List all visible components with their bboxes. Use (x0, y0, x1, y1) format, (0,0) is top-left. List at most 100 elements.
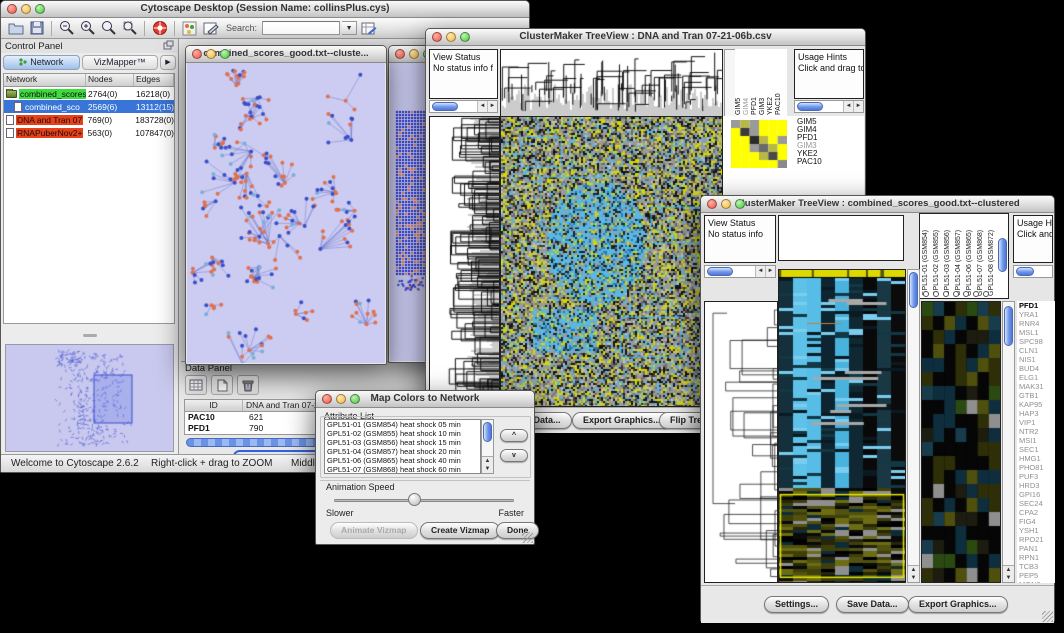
column-label[interactable]: PFD1 (751, 51, 759, 115)
row-dendrogram-canvas[interactable] (705, 302, 777, 582)
gene-label[interactable]: GTB1 (1019, 391, 1055, 400)
zoom-window-icon[interactable] (350, 394, 360, 404)
new-attribute-icon[interactable] (211, 375, 233, 395)
heatmap-global-view[interactable] (778, 269, 906, 583)
search-input[interactable] (262, 21, 340, 35)
attribute-list[interactable]: GPL51-01 (GSM854) heat shock 05 minGPL51… (324, 419, 481, 474)
column-marker[interactable] (943, 291, 949, 297)
tab-vizmapper[interactable]: VizMapper™ (82, 55, 159, 70)
scroll-left-icon[interactable]: ◄ (755, 266, 765, 277)
column-label[interactable]: GPL51-04 (GSM857) (955, 216, 966, 296)
view-status-scrollbar[interactable]: ◄ ► (429, 100, 498, 113)
network-table-row[interactable]: RNAPuberNov2+563(0)107847(0) (4, 126, 174, 139)
scrollbar-thumb[interactable] (998, 238, 1007, 272)
scroll-arrows[interactable]: ▲▼ (1003, 565, 1014, 582)
attribute-list-item[interactable]: GPL51-06 (GSM865) heat shock 40 min (327, 456, 480, 465)
column-label[interactable]: YKE2 (767, 51, 775, 115)
attribute-list-item[interactable]: GPL51-02 (GSM855) heat shock 10 min (327, 429, 480, 438)
gene-label[interactable]: RPO21 (1019, 535, 1055, 544)
scrollbar-thumb[interactable] (797, 102, 823, 111)
network-overview[interactable] (5, 344, 174, 452)
network-view-titlebar[interactable]: combined_scores_good.txt--cluste... (186, 46, 386, 63)
attribute-browser-icon[interactable] (359, 19, 378, 37)
gene-label[interactable]: CPA2 (1019, 508, 1055, 517)
column-label[interactable]: GPL51-03 (GSM856) (944, 216, 955, 296)
animate-vizmap-button[interactable]: Animate Vizmap (330, 522, 418, 539)
zoom-window-icon[interactable] (735, 199, 745, 209)
column-marker[interactable] (963, 291, 969, 297)
scroll-right-icon[interactable]: ► (487, 101, 497, 112)
help-ring-icon[interactable] (150, 19, 169, 37)
search-dropdown-icon[interactable]: ▼ (342, 21, 357, 35)
minimize-icon[interactable] (21, 4, 31, 14)
heatmap-zoom-view[interactable] (921, 301, 1001, 583)
speed-slider-thumb[interactable] (408, 493, 421, 506)
column-label[interactable]: PAC10 (775, 51, 783, 115)
scrollbar-thumb[interactable] (483, 422, 492, 442)
zoom-out-icon[interactable] (57, 19, 76, 37)
column-label[interactable]: GIM3 (759, 51, 767, 115)
gene-label[interactable]: MON2 (1019, 580, 1055, 583)
gene-label[interactable]: BUD4 (1019, 364, 1055, 373)
gene-label[interactable]: HMG1 (1019, 454, 1055, 463)
delete-attribute-icon[interactable] (237, 375, 259, 395)
treeview-dna-titlebar[interactable]: ClusterMaker TreeView : DNA and Tran 07-… (426, 29, 865, 46)
network-canvas[interactable] (187, 63, 385, 363)
gene-label[interactable]: MSI1 (1019, 436, 1055, 445)
column-label[interactable]: GIM4 (743, 51, 751, 115)
column-label[interactable]: GPL51-07 (GSM868) (977, 216, 988, 296)
column-dendrogram[interactable] (500, 49, 723, 117)
column-label[interactable]: GPL51-02 (GSM855) (933, 216, 944, 296)
scroll-right-icon[interactable]: ► (853, 101, 863, 112)
create-vizmap-button[interactable]: Create Vizmap (420, 522, 500, 539)
gene-label[interactable]: VIP1 (1019, 418, 1055, 427)
gene-label[interactable]: MSL1 (1019, 328, 1055, 337)
column-label[interactable]: GPL51-01 (GSM854) (922, 216, 933, 296)
minimize-icon[interactable] (409, 49, 419, 59)
minimize-icon[interactable] (721, 199, 731, 209)
move-up-button[interactable]: ^ (500, 429, 528, 442)
close-icon[interactable] (322, 394, 332, 404)
map-colors-titlebar[interactable]: Map Colors to Network (316, 391, 534, 408)
col-network[interactable]: Network (4, 74, 86, 86)
network-table-row[interactable]: combined_scores2764(0)16218(0) (4, 87, 174, 100)
minimize-icon[interactable] (446, 32, 456, 42)
zoom-heatmap-canvas[interactable] (922, 302, 1000, 582)
zoom-selected-icon[interactable] (120, 19, 139, 37)
treeview-button[interactable]: Settings... (764, 596, 829, 613)
attribute-list-item[interactable]: GPL51-03 (GSM856) heat shock 15 min (327, 438, 480, 447)
gene-label[interactable]: PAN1 (1019, 544, 1055, 553)
attribute-list-item[interactable]: GPL51-01 (GSM854) heat shock 05 min (327, 420, 480, 429)
treeview-combined-titlebar[interactable]: ClusterMaker TreeView : combined_scores_… (701, 196, 1054, 213)
network-view[interactable] (187, 63, 385, 363)
col-nodes[interactable]: Nodes (86, 74, 134, 86)
close-icon[interactable] (192, 49, 202, 59)
gene-label[interactable]: RNR4 (1019, 319, 1055, 328)
gene-label[interactable]: FIG4 (1019, 517, 1055, 526)
treeview-button[interactable]: Export Graphics... (572, 412, 672, 429)
tab-overflow-icon[interactable]: ▶ (160, 55, 176, 70)
scrollbar-thumb[interactable] (1004, 306, 1013, 346)
network-table-row[interactable]: combined_sco2569(6)13112(15) (4, 100, 174, 113)
scroll-right-icon[interactable]: ► (765, 266, 775, 277)
view-status-scrollbar[interactable]: ◄ ► (704, 265, 776, 278)
column-marker[interactable] (983, 291, 989, 297)
minimize-icon[interactable] (206, 49, 216, 59)
gene-label[interactable]: YSH1 (1019, 526, 1055, 535)
column-label[interactable]: GIM5 (735, 51, 743, 115)
scrollbar-thumb[interactable] (432, 102, 458, 111)
treeview-button[interactable]: Save Data... (836, 596, 909, 613)
row-dendrogram-canvas[interactable] (430, 117, 499, 406)
column-tree-area[interactable] (778, 215, 904, 261)
attribute-list-item[interactable]: GPL51-07 (GSM868) heat shock 60 min (327, 465, 480, 474)
close-icon[interactable] (432, 32, 442, 42)
heatmap-global-view[interactable] (500, 116, 723, 407)
overview-canvas[interactable] (6, 345, 174, 451)
zoom-window-icon[interactable] (460, 32, 470, 42)
close-icon[interactable] (7, 4, 17, 14)
gene-label[interactable]: CLN1 (1019, 346, 1055, 355)
column-dendrogram-canvas[interactable] (501, 50, 722, 116)
scrollbar-thumb[interactable] (1016, 267, 1034, 276)
gene-label[interactable]: SEC1 (1019, 445, 1055, 454)
col-id[interactable]: ID (185, 400, 243, 411)
